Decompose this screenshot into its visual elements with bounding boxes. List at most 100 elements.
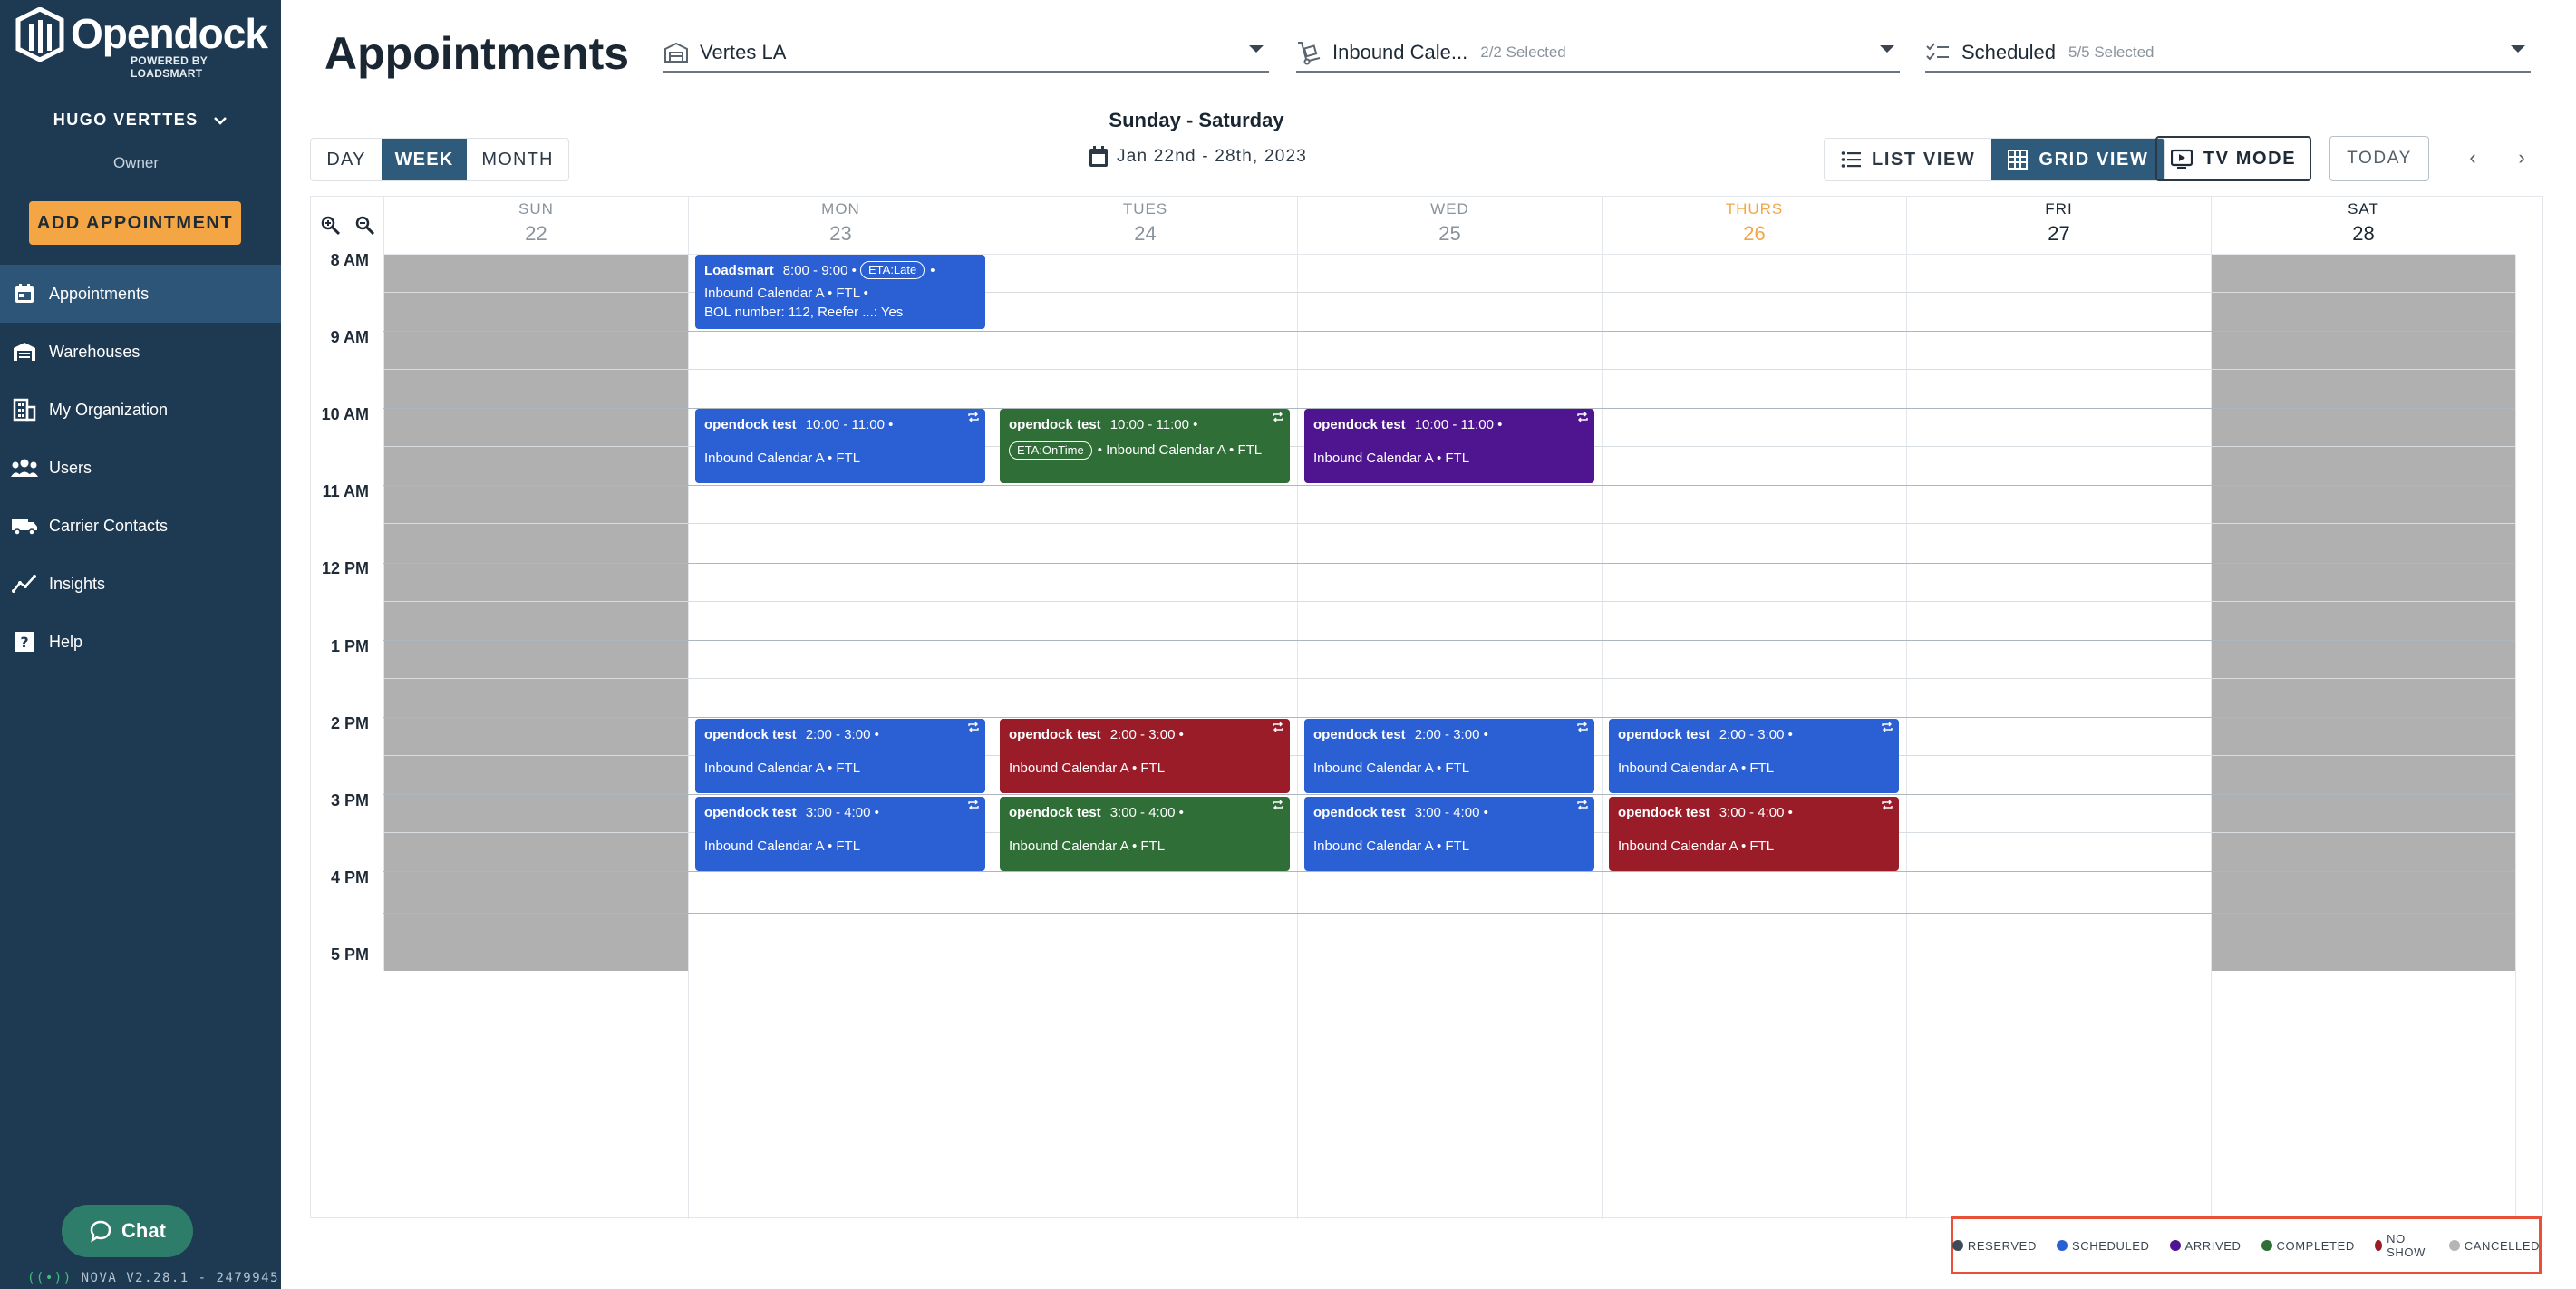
column-divider (1602, 255, 1603, 1219)
signal-icon: ((•)) (27, 1271, 73, 1285)
list-view-button[interactable]: LIST VIEW (1825, 139, 1991, 180)
day-header-sat[interactable]: SAT 28 (2211, 197, 2515, 255)
tab-day[interactable]: DAY (311, 139, 382, 180)
time-label: 11 AM (322, 482, 369, 500)
recurring-icon (968, 800, 979, 810)
hour-line (383, 331, 2515, 332)
warehouse-filter[interactable]: Vertes LA (663, 34, 1269, 73)
previous-week-button[interactable]: ‹ (2462, 146, 2484, 169)
status-filter-count: 5/5 Selected (2068, 44, 2155, 61)
appointment-card[interactable]: opendock test 10:00 - 11:00 • ETA:OnTime •… (1000, 409, 1290, 483)
day-header-mon[interactable]: MON 23 (688, 197, 993, 255)
zoom-out-icon[interactable] (354, 215, 376, 237)
add-appointment-button[interactable]: ADD APPOINTMENT (29, 201, 241, 245)
recurring-icon (968, 412, 979, 422)
sidebar-item-users[interactable]: Users (0, 439, 281, 497)
day-header-sun[interactable]: SUN 22 (383, 197, 688, 255)
sidebar-item-insights[interactable]: Insights (0, 555, 281, 613)
tv-icon (2170, 149, 2193, 169)
half-hour-line (383, 523, 2515, 524)
day-name: SUN (518, 200, 554, 218)
hour-line (383, 485, 2515, 486)
tv-mode-button[interactable]: TV MODE (2155, 136, 2311, 181)
brand-name: Opendock (71, 10, 268, 57)
period-title: Sunday - Saturday (1109, 109, 1284, 131)
sidebar-item-help[interactable]: ? Help (0, 613, 281, 671)
appointment-card[interactable]: Loadsmart 8:00 - 9:00 • ETA:Late • Inbound… (695, 255, 985, 329)
tab-month[interactable]: MONTH (467, 139, 568, 180)
day-name: MON (821, 200, 860, 218)
recurring-icon (1273, 412, 1283, 422)
status-legend: RESERVED SCHEDULED ARRIVED COMPLETED NO … (1951, 1216, 2542, 1274)
week-calendar: SUN 22 MON 23 TUES 24 WED 25 THURS 26 FR… (310, 196, 2543, 1219)
legend-item-scheduled: SCHEDULED (2056, 1238, 2150, 1253)
sidebar-item-my-organization[interactable]: My Organization (0, 381, 281, 439)
period-range[interactable]: Jan 22nd - 28th, 2023 (1088, 145, 1307, 169)
column-divider (2515, 255, 2516, 1219)
user-menu[interactable]: HUGO VERTTES (0, 111, 281, 130)
appointment-card[interactable]: opendock test 2:00 - 3:00 • Inbound Calen… (1000, 719, 1290, 793)
sidebar: Opendock POWERED BY LOADSMART HUGO VERTT… (0, 0, 281, 1289)
appointment-time: 3:00 - 4:00 • (1414, 804, 1488, 820)
appointment-card[interactable]: opendock test 10:00 - 11:00 • Inbound Cal… (695, 409, 985, 483)
period-range-text: Jan 22nd - 28th, 2023 (1117, 147, 1308, 166)
appointment-card[interactable]: opendock test 3:00 - 4:00 • Inbound Calen… (1000, 797, 1290, 871)
sidebar-item-appointments[interactable]: Appointments (0, 265, 281, 323)
day-header-tues[interactable]: TUES 24 (993, 197, 1297, 255)
appointment-card[interactable]: opendock test 3:00 - 4:00 • Inbound Calen… (1304, 797, 1594, 871)
opendock-logo[interactable]: Opendock POWERED BY LOADSMART (15, 7, 268, 80)
column-divider (1297, 255, 1298, 1219)
chevron-down-icon (2511, 45, 2525, 53)
sidebar-item-warehouses[interactable]: Warehouses (0, 323, 281, 381)
today-button[interactable]: TODAY (2329, 136, 2429, 181)
day-header-thurs[interactable]: THURS 26 (1602, 197, 1906, 255)
appointment-card[interactable]: opendock test 2:00 - 3:00 • Inbound Calen… (695, 719, 985, 793)
warehouse-icon (663, 42, 700, 63)
appointment-title: opendock test (1009, 726, 1101, 742)
grid-icon (2008, 150, 2029, 170)
grid-view-label: GRID VIEW (2039, 149, 2149, 170)
recurring-icon (1577, 722, 1588, 732)
sidebar-item-carrier-contacts[interactable]: Carrier Contacts (0, 497, 281, 555)
chat-label: Chat (121, 1219, 166, 1242)
view-toggle: LIST VIEW GRID VIEW (1824, 138, 2166, 181)
appointment-custom-fields: BOL number: 112, Reefer ...: Yes (704, 305, 904, 320)
appointment-card[interactable]: opendock test 2:00 - 3:00 • Inbound Calen… (1609, 719, 1899, 793)
legend-label: ARRIVED (2184, 1238, 2242, 1253)
day-number: 27 (2048, 222, 2070, 245)
appointment-card[interactable]: opendock test 3:00 - 4:00 • Inbound Calen… (695, 797, 985, 871)
column-divider (383, 255, 384, 971)
calendar-filter[interactable]: Inbound Cale... 2/2 Selected (1296, 34, 1900, 73)
status-filter[interactable]: Scheduled 5/5 Selected (1925, 34, 2531, 73)
hour-line (383, 717, 2515, 718)
appointment-details: Inbound Calendar A • FTL (1618, 761, 1775, 776)
chevron-down-icon (214, 117, 228, 126)
truck-icon (0, 516, 49, 536)
legend-item-cancelled: CANCELLED (2448, 1239, 2540, 1253)
eta-badge: ETA:Late (860, 261, 925, 279)
appointment-time: 2:00 - 3:00 • (1414, 726, 1488, 742)
appointment-title: opendock test (1313, 726, 1406, 742)
separator-dot: • (930, 262, 935, 278)
hour-line (383, 871, 2515, 872)
legend-label: SCHEDULED (2071, 1238, 2150, 1253)
calendar-icon (1089, 146, 1108, 167)
appointment-card[interactable]: opendock test 2:00 - 3:00 • Inbound Calen… (1304, 719, 1594, 793)
recurring-icon (1882, 722, 1893, 732)
chart-icon (0, 574, 49, 594)
next-week-button[interactable]: › (2511, 146, 2532, 169)
day-header-fri[interactable]: FRI 27 (1906, 197, 2211, 255)
chat-button[interactable]: Chat (62, 1205, 193, 1257)
zoom-in-icon[interactable] (320, 215, 342, 237)
appointment-card[interactable]: opendock test 10:00 - 11:00 • Inbound Cal… (1304, 409, 1594, 483)
tab-week[interactable]: WEEK (382, 139, 467, 180)
day-number: 23 (829, 222, 852, 245)
grid-view-button[interactable]: GRID VIEW (1991, 139, 2165, 180)
sidebar-item-label: Appointments (49, 284, 150, 303)
time-label: 8 AM (330, 251, 369, 269)
appointment-card[interactable]: opendock test 3:00 - 4:00 • Inbound Calen… (1609, 797, 1899, 871)
column-divider (2211, 255, 2212, 1219)
day-header-wed[interactable]: WED 25 (1297, 197, 1602, 255)
status-dot (2448, 1240, 2460, 1251)
recurring-icon (1577, 412, 1588, 422)
